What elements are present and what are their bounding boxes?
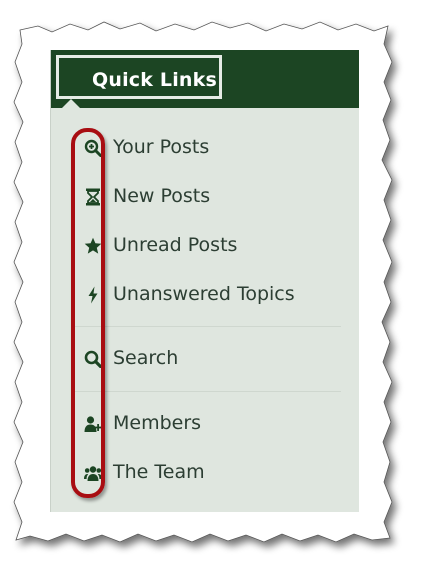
menu-separator — [71, 391, 341, 392]
menu-item-members[interactable]: Members — [51, 404, 359, 444]
group-icon — [84, 464, 102, 482]
menu-item-label: Unanswered Topics — [113, 283, 295, 305]
search-plus-icon — [84, 139, 102, 157]
menu-header: Quick Links — [51, 50, 359, 108]
star-icon — [84, 237, 102, 255]
menu-title: Quick Links — [92, 69, 217, 91]
header-notch — [62, 99, 80, 108]
menu-item-label: Unread Posts — [113, 234, 238, 256]
menu-item-label: New Posts — [113, 185, 211, 207]
quick-links-tab[interactable]: Quick Links — [56, 55, 222, 99]
menu-item-label: Your Posts — [113, 136, 210, 158]
hourglass-icon — [84, 188, 102, 206]
quick-links-menu: Quick Links Your Posts New Posts Unread … — [50, 50, 359, 512]
menu-item-label: Search — [113, 347, 179, 369]
menu-item-unanswered-topics[interactable]: Unanswered Topics — [51, 275, 359, 315]
menu-separator — [71, 326, 341, 327]
menu-item-new-posts[interactable]: New Posts — [51, 177, 359, 217]
menu-item-unread-posts[interactable]: Unread Posts — [51, 226, 359, 266]
user-plus-icon — [84, 415, 102, 433]
menu-item-label: Members — [113, 412, 202, 434]
menu-item-search[interactable]: Search — [51, 339, 359, 379]
search-icon — [84, 350, 102, 368]
menu-item-label: The Team — [113, 461, 205, 483]
bolt-icon — [84, 286, 102, 304]
menu-item-your-posts[interactable]: Your Posts — [51, 128, 359, 168]
menu-item-the-team[interactable]: The Team — [51, 453, 359, 493]
